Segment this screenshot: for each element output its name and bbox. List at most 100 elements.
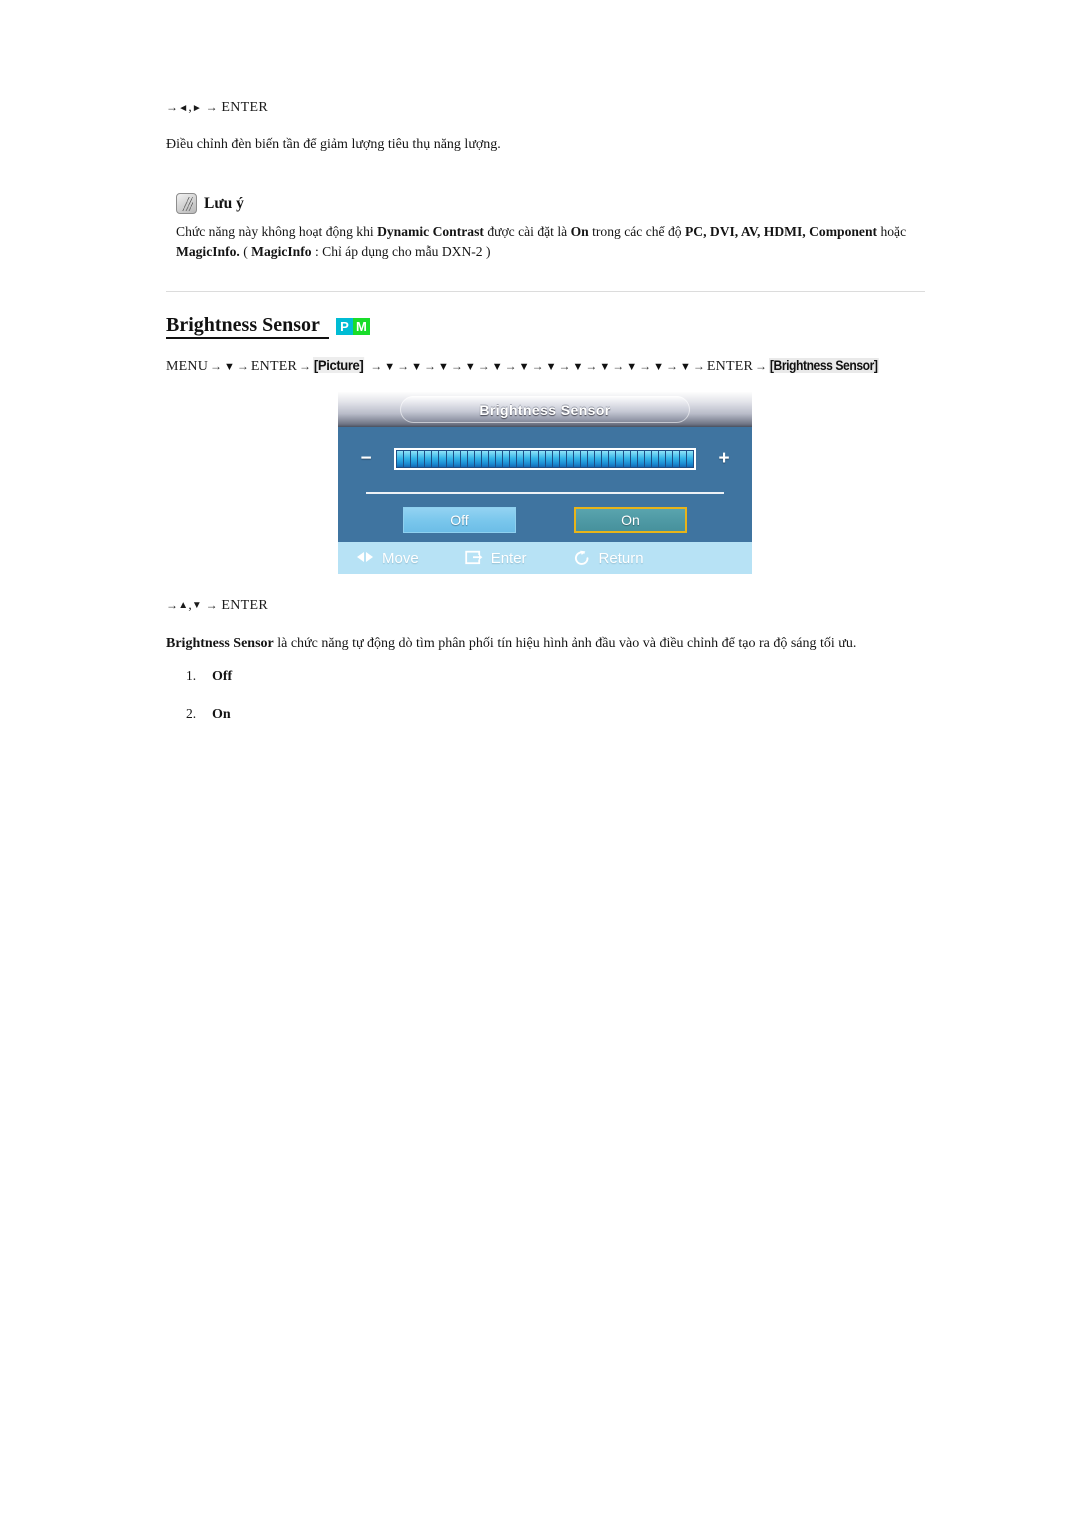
slider-segment	[588, 451, 595, 467]
down-triangle-icon: ▼	[384, 361, 396, 373]
slider-segment	[418, 451, 425, 467]
note-header: Lưu ý	[176, 193, 244, 214]
left-triangle-icon: ◄	[178, 103, 189, 114]
down-triangle-icon: ▼	[599, 361, 611, 373]
minus-icon[interactable]: −	[338, 448, 394, 470]
breadcrumb-enter: ENTER	[250, 359, 298, 374]
arrow-icon: →	[612, 359, 625, 373]
arrow-icon: →	[397, 359, 410, 373]
osd-title-pill: Brightness Sensor	[400, 396, 690, 423]
note-bold-magicinfo-2: MagicInfo	[251, 244, 312, 259]
down-triangle-icon: ▼	[680, 361, 691, 373]
osd-screenshot: Brightness Sensor − + Off On Move Enter …	[338, 392, 752, 574]
slider-segment	[425, 451, 432, 467]
osd-body: − + Off On	[338, 427, 752, 542]
osd-title: Brightness Sensor	[479, 401, 611, 418]
slider-segment	[517, 451, 524, 467]
slider-segment	[446, 451, 453, 467]
arrow-icon: →	[692, 359, 705, 373]
options-list: 1. Off 2. On	[186, 668, 232, 744]
osd-footer-return: Return	[573, 550, 644, 567]
slider-segment	[673, 451, 680, 467]
osd-footer-return-label: Return	[598, 549, 644, 567]
list-item: 1. Off	[186, 668, 232, 706]
arrow-icon: →	[585, 359, 598, 373]
document-page: →◄,► → ENTER Điều chỉnh đèn biến tần để …	[0, 0, 1080, 1527]
arrow-icon: →	[531, 359, 544, 373]
right-triangle-icon: ►	[191, 103, 202, 114]
slider-segment	[503, 451, 510, 467]
plus-icon[interactable]: +	[696, 448, 752, 470]
slider-segment	[531, 451, 538, 467]
slider-segment	[524, 451, 531, 467]
slider-segment	[595, 451, 602, 467]
down-triangle-icon: ▼	[491, 361, 503, 373]
badge-picture-icon: P	[335, 318, 353, 335]
osd-button-on[interactable]: On	[574, 507, 687, 533]
note-bold-modes: PC, DVI, AV, HDMI, Component	[684, 224, 878, 239]
brightness-slider[interactable]	[394, 448, 696, 470]
enter-key-label: ENTER	[221, 100, 268, 115]
slider-segment	[687, 451, 694, 467]
arrow-icon: →	[205, 598, 218, 612]
note-bold-magicinfo: MagicInfo.	[176, 244, 240, 259]
slider-segment	[651, 451, 658, 467]
arrow-icon: →	[504, 359, 517, 373]
breadcrumb: MENU → ▼ → ENTER → [Picture] → ▼ → ▼ → ▼ → ▼…	[166, 357, 891, 375]
slider-segment	[559, 451, 566, 467]
slider-segment	[489, 451, 496, 467]
slider-segment	[496, 451, 503, 467]
note-text-3: trong các chế độ	[588, 224, 685, 239]
arrow-icon: →	[210, 359, 223, 373]
list-item-value-on: On	[212, 707, 231, 722]
arrow-icon: →	[558, 359, 571, 373]
badge-magicinfo-icon: M	[352, 318, 370, 335]
osd-separator	[366, 492, 724, 494]
osd-button-off[interactable]: Off	[403, 507, 516, 533]
enter-key-label: ENTER	[221, 598, 268, 613]
top-key-sequence: →◄,► → ENTER	[166, 99, 268, 116]
arrow-icon: →	[666, 359, 679, 373]
intro-paragraph: Điều chỉnh đèn biến tần để giảm lượng ti…	[166, 137, 501, 152]
list-item-value-off: Off	[212, 669, 233, 684]
slider-segment	[510, 451, 517, 467]
note-body: Chức năng này không hoạt động khi Dynami…	[176, 222, 916, 262]
osd-footer-enter-label: Enter	[490, 549, 527, 567]
list-item-number: 2.	[186, 706, 197, 721]
note-pen-icon	[176, 193, 197, 214]
slider-segment	[616, 451, 623, 467]
osd-button-off-label: Off	[450, 512, 469, 528]
down-triangle-icon: ▼	[191, 600, 202, 611]
arrow-icon: →	[236, 359, 249, 373]
list-item: 2. On	[186, 706, 232, 744]
note-text-5: (	[239, 244, 252, 259]
osd-button-row: Off On	[338, 507, 752, 533]
slider-segment	[538, 451, 545, 467]
arrow-icon: →	[424, 359, 436, 373]
arrow-icon: →	[166, 100, 179, 114]
breadcrumb-menu: MENU	[166, 359, 209, 374]
slider-segment	[658, 451, 665, 467]
osd-footer-enter: Enter	[464, 549, 527, 567]
osd-slider-row: − +	[338, 444, 752, 474]
page-title: Brightness Sensor P M	[166, 314, 370, 339]
slider-segment	[552, 451, 559, 467]
breadcrumb-enter-2: ENTER	[706, 359, 754, 374]
slider-segment	[481, 451, 489, 467]
note-title: Lưu ý	[204, 194, 244, 212]
slider-segment	[404, 451, 411, 467]
arrow-icon: →	[450, 359, 463, 373]
down-triangle-icon: ▼	[518, 361, 530, 373]
arrow-icon: →	[755, 359, 768, 373]
return-arrow-icon	[573, 550, 591, 566]
feature-description: Brightness Sensor là chức năng tự động d…	[166, 634, 926, 654]
note-text-2: được cài đặt là	[483, 224, 571, 239]
slider-segment	[573, 451, 581, 467]
osd-footer: Move Enter Return	[338, 542, 752, 574]
slider-segment	[644, 451, 651, 467]
down-triangle-icon: ▼	[438, 361, 449, 373]
slider-segment	[623, 451, 630, 467]
breadcrumb-chip-brightness-sensor: [Brightness Sensor]	[769, 358, 879, 373]
arrow-icon: →	[477, 359, 490, 373]
bottom-key-sequence: →▲,▼ → ENTER	[166, 597, 268, 614]
